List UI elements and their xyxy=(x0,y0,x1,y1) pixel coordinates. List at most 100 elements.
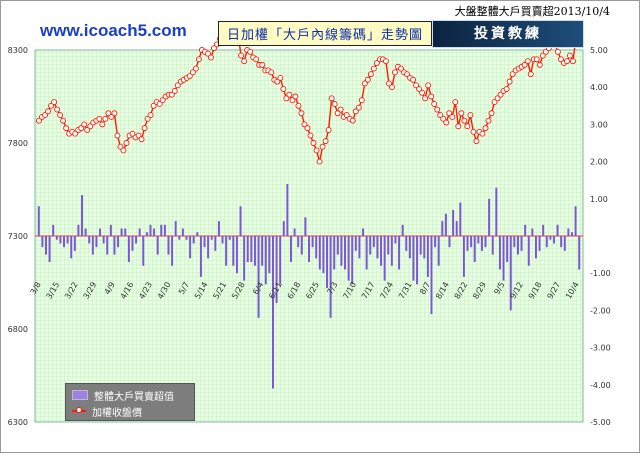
y-right-tick-label: 2.00 xyxy=(590,158,608,167)
line-point xyxy=(138,136,145,143)
bar-mark xyxy=(430,236,433,315)
bar-mark xyxy=(354,236,357,251)
line-point xyxy=(319,143,326,150)
legend: 整體大戶買賣超值 加權收盤價 xyxy=(65,383,195,421)
bar-mark xyxy=(102,236,105,244)
bar-mark xyxy=(246,236,249,263)
bar-mark xyxy=(131,236,134,251)
y-left-tick-label: 6300 xyxy=(8,418,28,427)
bar-mark xyxy=(491,236,494,255)
bar-mark xyxy=(387,236,390,255)
line-point xyxy=(482,125,489,132)
bar-mark xyxy=(171,236,174,266)
line-point xyxy=(195,56,202,63)
bar-mark xyxy=(513,236,516,248)
line-point xyxy=(57,112,64,119)
line-point xyxy=(81,121,88,128)
bar-mark xyxy=(217,221,220,236)
legend-item-line: 加權收盤價 xyxy=(72,404,142,419)
bar-mark xyxy=(437,236,440,266)
line-point xyxy=(208,54,214,61)
line-point xyxy=(241,58,248,65)
bar-mark xyxy=(228,236,231,240)
bar-mark xyxy=(189,236,192,259)
bar-mark xyxy=(383,236,386,281)
bar-mark xyxy=(502,236,505,281)
line-point xyxy=(313,147,320,154)
bar-mark xyxy=(253,236,256,266)
bar-mark xyxy=(484,236,487,248)
bar-mark xyxy=(376,236,379,259)
line-point xyxy=(364,76,371,83)
bar-mark xyxy=(293,228,296,236)
line-point xyxy=(51,99,58,106)
line-point xyxy=(355,104,362,111)
bar-mark xyxy=(239,206,242,236)
line-point xyxy=(253,56,260,63)
left-axis: 6300 6800 7300 7800 8300 xyxy=(8,46,28,427)
bar-mark xyxy=(63,236,66,248)
line-point xyxy=(434,106,441,113)
bar-mark xyxy=(199,236,202,277)
line-point xyxy=(452,99,459,106)
bar-mark xyxy=(477,236,480,244)
bar-mark xyxy=(444,213,447,236)
bar-mark xyxy=(88,236,91,244)
bar-mark xyxy=(99,228,102,236)
line-point xyxy=(570,58,576,65)
line-point xyxy=(473,138,480,145)
bar-mark xyxy=(448,236,451,248)
bar-mark xyxy=(142,236,145,266)
line-point xyxy=(467,112,474,119)
bar-mark xyxy=(524,224,527,236)
bar-mark xyxy=(196,232,199,236)
y-left-tick-label: 7800 xyxy=(8,139,28,148)
bar-mark xyxy=(527,236,530,266)
bar-mark xyxy=(214,236,217,251)
line-point xyxy=(63,125,70,132)
line-point xyxy=(449,114,456,120)
bar-mark xyxy=(398,236,401,270)
line-point xyxy=(566,52,573,59)
bar-mark xyxy=(106,236,109,255)
bar-mark xyxy=(560,236,563,248)
bar-mark xyxy=(534,236,537,259)
line-point xyxy=(536,61,543,68)
bar-mark xyxy=(135,236,138,244)
legend-label-bars: 整體大戶買賣超值 xyxy=(94,391,174,403)
bar-mark xyxy=(235,236,238,274)
line-point xyxy=(503,86,510,93)
bar-mark xyxy=(261,236,264,266)
bar-mark xyxy=(243,236,246,281)
line-point xyxy=(382,58,389,65)
line-point xyxy=(470,128,477,135)
bar-mark xyxy=(369,236,372,255)
bar-mark xyxy=(578,236,581,270)
bar-mark xyxy=(412,236,415,281)
line-point xyxy=(370,65,377,72)
line-point xyxy=(123,140,130,146)
line-point xyxy=(322,138,329,145)
line-point xyxy=(425,82,432,89)
line-point xyxy=(238,52,245,59)
bar-mark xyxy=(520,236,523,251)
line-point xyxy=(316,158,323,165)
line-point xyxy=(96,115,103,122)
line-point xyxy=(367,71,374,78)
brand-url[interactable]: www.icoach5.com xyxy=(40,21,187,41)
bar-mark xyxy=(542,224,545,236)
bar-mark xyxy=(95,236,98,248)
bar-mark xyxy=(113,236,116,255)
bar-mark xyxy=(45,236,47,255)
brand-logo[interactable]: 投資教練 xyxy=(432,20,584,48)
line-point xyxy=(488,110,495,117)
line-point xyxy=(114,132,121,139)
bar-mark xyxy=(138,228,141,236)
bar-mark xyxy=(329,236,332,318)
bar-mark xyxy=(322,236,325,274)
bar-mark xyxy=(289,236,292,263)
line-point xyxy=(419,89,426,96)
line-point xyxy=(310,140,317,146)
bar-mark xyxy=(563,236,566,251)
line-point xyxy=(45,108,52,115)
